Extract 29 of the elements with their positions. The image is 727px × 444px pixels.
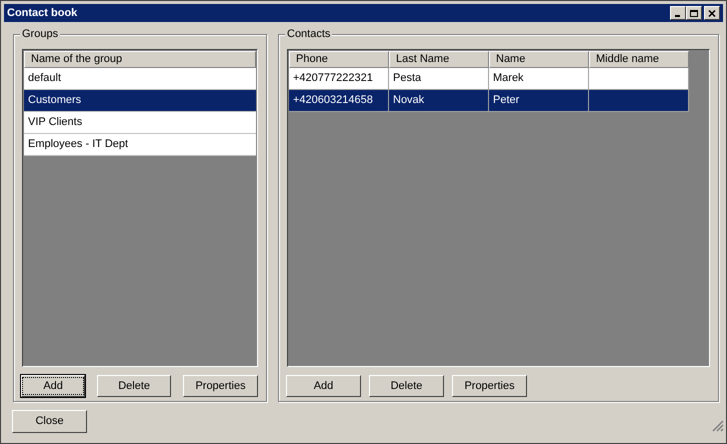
panel-button[interactable]: Properties [183,375,258,397]
column-header[interactable]: Phone [289,51,389,68]
column-header[interactable]: Last Name [389,51,489,68]
minimize-button[interactable] [670,6,686,20]
table-cell: Peter [489,90,589,112]
close-icon [708,10,716,16]
group-row[interactable]: Employees - IT Dept [24,134,256,156]
contact-row[interactable]: +420603214658 Novak Peter [289,90,689,112]
table-cell: +420603214658 [289,90,389,112]
maximize-icon [690,10,698,16]
contact-row[interactable]: +420777222321 Pesta Marek [289,68,689,90]
group-row[interactable]: default [24,68,256,90]
group-row[interactable]: Customers [24,90,256,112]
table-cell: Novak [389,90,489,112]
panel-button[interactable]: Delete [97,375,171,397]
window-title: Contact book [7,6,78,21]
close-button[interactable] [704,6,720,20]
close-button[interactable]: Close [12,410,87,433]
maximize-button[interactable] [686,6,702,20]
resize-grip-icon[interactable] [712,420,724,432]
panel-button[interactable]: Delete [369,375,444,397]
panel-button[interactable]: Properties [452,375,527,397]
panel-button[interactable]: Add [21,375,86,397]
column-header[interactable]: Name [489,51,589,68]
group-row[interactable]: VIP Clients [24,112,256,134]
column-header[interactable]: Middle name [589,51,689,68]
panel-button[interactable]: Add [286,375,361,397]
column-header[interactable]: Name of the group [24,51,256,68]
group-box-title: Groups [20,27,60,41]
